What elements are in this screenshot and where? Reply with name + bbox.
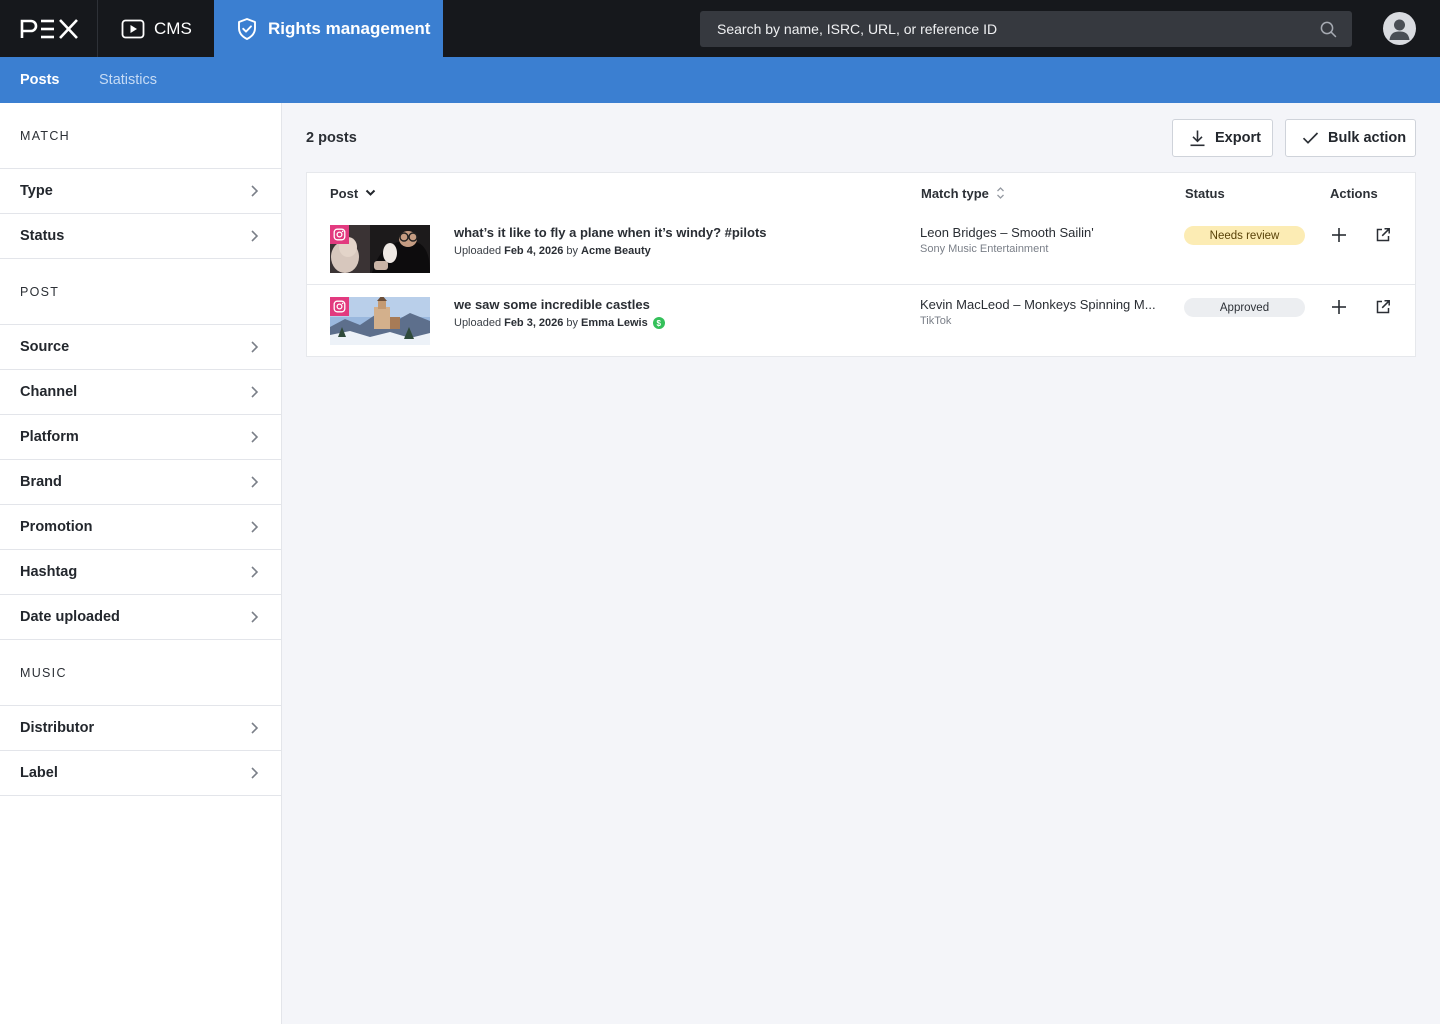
filter-platform[interactable]: Platform [0, 415, 281, 460]
column-header-match-type[interactable]: Match type [921, 185, 1005, 201]
chevron-right-icon [251, 476, 259, 488]
monetized-icon: $ [652, 317, 665, 329]
by-prefix: by [566, 245, 579, 257]
filter-status[interactable]: Status [0, 214, 281, 259]
column-header-post[interactable]: Post [330, 185, 376, 201]
post-title[interactable]: what’s it like to fly a plane when it’s … [454, 225, 767, 240]
table-row[interactable]: what’s it like to fly a plane when it’s … [307, 213, 1415, 285]
search-bar [700, 11, 1352, 47]
search-input[interactable] [717, 21, 1297, 37]
filter-source[interactable]: Source [0, 325, 281, 370]
filter-channel[interactable]: Channel [0, 370, 281, 415]
section-header-music: MUSIC [0, 640, 281, 706]
chevron-right-icon [251, 341, 259, 353]
status-badge: Needs review [1184, 226, 1305, 245]
filter-label: Source [20, 339, 70, 355]
chevron-down-icon [365, 189, 376, 197]
filter-label: Hashtag [20, 564, 78, 580]
post-title[interactable]: we saw some incredible castles [454, 297, 650, 312]
download-icon [1190, 130, 1205, 147]
match-owner: Sony Music Entertainment [920, 243, 1049, 255]
match-title[interactable]: Kevin MacLeod – Monkeys Spinning M... [920, 297, 1160, 312]
filter-label: Distributor [20, 720, 95, 736]
tab-posts[interactable]: Posts [20, 57, 60, 103]
pex-logo-mark [20, 18, 78, 39]
instagram-icon [330, 225, 349, 244]
nav-cms-label: CMS [154, 18, 192, 38]
checkmark-icon [1302, 132, 1319, 144]
posts-table: Post Match type Status Actions what’s it… [306, 172, 1416, 357]
filter-label: Promotion [20, 519, 93, 535]
section-header-match: MATCH [0, 103, 281, 169]
column-header-label: Match type [921, 185, 989, 201]
filter-type[interactable]: Type [0, 169, 281, 214]
chevron-right-icon [251, 386, 259, 398]
uploader-name[interactable]: Acme Beauty [581, 245, 651, 257]
column-header-actions: Actions [1330, 185, 1378, 201]
chevron-right-icon [251, 185, 259, 197]
match-title[interactable]: Leon Bridges – Smooth Sailin' [920, 225, 1160, 240]
add-icon[interactable] [1331, 299, 1347, 315]
post-count: 2 posts [306, 130, 357, 146]
section-header-post: POST [0, 259, 281, 325]
filter-brand[interactable]: Brand [0, 460, 281, 505]
search-icon[interactable] [1320, 21, 1337, 38]
column-header-status: Status [1185, 185, 1225, 201]
tab-statistics[interactable]: Statistics [99, 57, 157, 103]
table-row[interactable]: we saw some incredible castles Uploaded … [307, 285, 1415, 357]
filter-label: Status [20, 228, 65, 244]
upload-date: Feb 4, 2026 [504, 245, 564, 257]
nav-rights-management[interactable]: Rights management [214, 0, 443, 57]
external-link-icon[interactable] [1375, 299, 1391, 315]
chevron-right-icon [251, 521, 259, 533]
chevron-right-icon [251, 767, 259, 779]
status-badge: Approved [1184, 298, 1305, 317]
uploaded-prefix: Uploaded [454, 317, 502, 329]
user-icon [1389, 19, 1410, 40]
nav-rights-label: Rights management [268, 18, 431, 38]
external-link-icon[interactable] [1375, 227, 1391, 243]
secondary-nav: Posts Statistics [0, 57, 1440, 103]
nav-cms[interactable]: CMS [97, 0, 214, 57]
uploader-name[interactable]: Emma Lewis [581, 317, 648, 329]
filter-sidebar: MATCH Type Status POST Source Channel Pl… [0, 103, 282, 1024]
bulk-action-button[interactable]: Bulk action [1285, 119, 1416, 157]
post-meta: Uploaded Feb 4, 2026 by Acme Beauty [454, 245, 651, 257]
shield-check-icon [238, 17, 256, 40]
filter-label-filter[interactable]: Label [0, 751, 281, 796]
export-label: Export [1215, 130, 1261, 146]
user-avatar[interactable] [1383, 12, 1416, 45]
play-video-icon [121, 19, 145, 38]
filter-label: Brand [20, 474, 62, 490]
chevron-right-icon [251, 722, 259, 734]
upload-date: Feb 3, 2026 [504, 317, 564, 329]
uploaded-prefix: Uploaded [454, 245, 502, 257]
chevron-right-icon [251, 611, 259, 623]
filter-hashtag[interactable]: Hashtag [0, 550, 281, 595]
export-button[interactable]: Export [1172, 119, 1273, 157]
filter-label: Date uploaded [20, 609, 120, 625]
post-thumbnail[interactable] [330, 297, 430, 345]
filter-promotion[interactable]: Promotion [0, 505, 281, 550]
bulk-action-label: Bulk action [1328, 130, 1407, 146]
top-bar: CMS Rights management [0, 0, 1440, 57]
add-icon[interactable] [1331, 227, 1347, 243]
instagram-icon [330, 297, 349, 316]
column-header-label: Post [330, 185, 359, 201]
filter-label: Label [20, 765, 58, 781]
post-thumbnail[interactable] [330, 225, 430, 273]
filter-label: Platform [20, 429, 79, 445]
chevron-right-icon [251, 566, 259, 578]
filter-date-uploaded[interactable]: Date uploaded [0, 595, 281, 640]
filter-label: Channel [20, 384, 78, 400]
filter-label: Type [20, 183, 53, 199]
match-owner: TikTok [920, 315, 952, 327]
post-meta: Uploaded Feb 3, 2026 by Emma Lewis $ [454, 317, 665, 329]
chevron-right-icon [251, 431, 259, 443]
sort-icon [996, 186, 1005, 200]
chevron-right-icon [251, 230, 259, 242]
filter-distributor[interactable]: Distributor [0, 706, 281, 751]
by-prefix: by [566, 317, 579, 329]
pex-logo[interactable] [0, 0, 97, 57]
